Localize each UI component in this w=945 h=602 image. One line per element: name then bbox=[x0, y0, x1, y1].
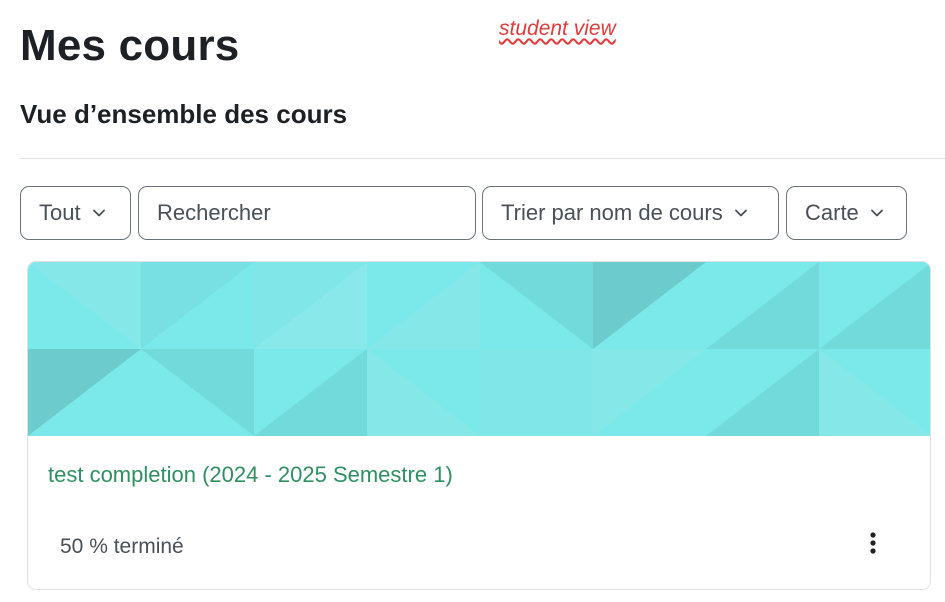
sort-dropdown[interactable]: Trier par nom de cours bbox=[482, 186, 779, 240]
kebab-menu-icon bbox=[870, 532, 876, 554]
view-dropdown[interactable]: Carte bbox=[786, 186, 907, 240]
grouping-dropdown[interactable]: Tout bbox=[20, 186, 131, 240]
course-actions-button[interactable] bbox=[858, 524, 888, 562]
chevron-down-icon bbox=[92, 206, 107, 220]
course-card: test completion (2024 - 2025 Semestre 1)… bbox=[27, 261, 931, 590]
divider bbox=[20, 158, 945, 159]
search-field[interactable] bbox=[138, 186, 476, 240]
student-view-annotation: student view bbox=[499, 17, 616, 40]
sort-dropdown-label: Trier par nom de cours bbox=[501, 200, 723, 225]
chevron-down-icon bbox=[870, 206, 885, 220]
search-input[interactable] bbox=[139, 187, 475, 239]
course-overview-heading: Vue d’ensemble des cours bbox=[20, 99, 348, 129]
view-dropdown-label: Carte bbox=[805, 200, 859, 225]
grouping-dropdown-label: Tout bbox=[39, 200, 81, 225]
page-title: Mes cours bbox=[20, 21, 240, 70]
chevron-down-icon bbox=[734, 206, 749, 220]
course-progress-text: 50 % terminé bbox=[60, 535, 184, 558]
course-image[interactable] bbox=[28, 262, 931, 436]
course-name-link[interactable]: test completion (2024 - 2025 Semestre 1) bbox=[48, 462, 453, 488]
